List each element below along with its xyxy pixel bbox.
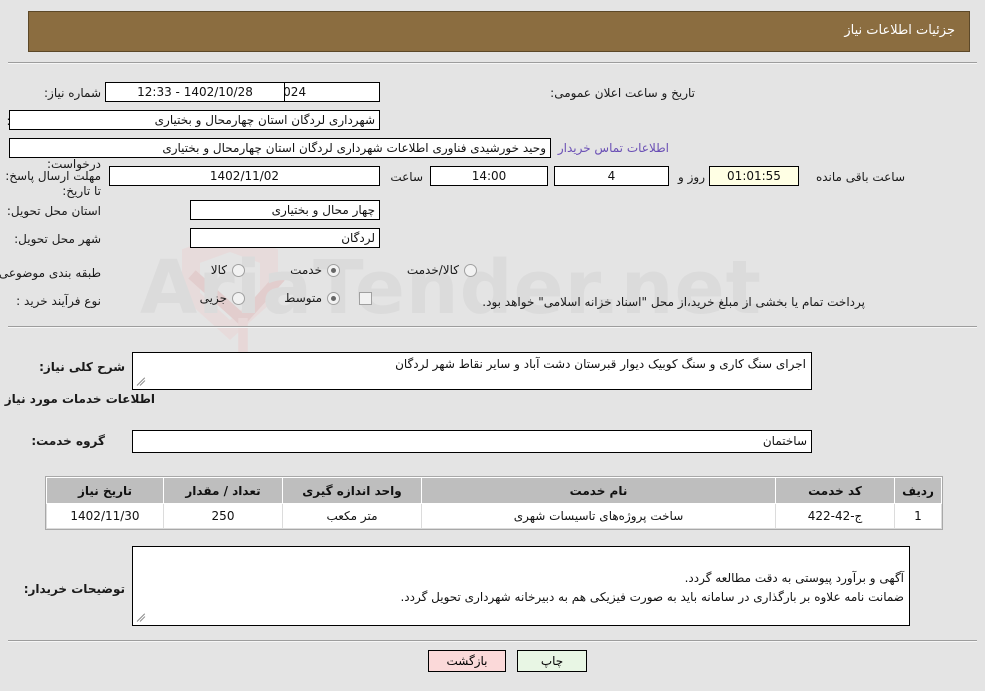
remaining-days-value[interactable]: 4 xyxy=(554,166,669,186)
service-group-value[interactable]: ساختمان xyxy=(132,430,812,453)
col-quantity: تعداد / مقدار xyxy=(163,477,283,504)
radio-category-service-dot xyxy=(327,263,340,277)
category-label: طبقه بندی موضوعی: xyxy=(0,266,101,280)
buyer-notes-value: آگهی و برآورد پیوستی به دقت مطالعه گردد.… xyxy=(400,571,904,604)
islamic-treasury-text: پرداخت تمام یا بخشی از مبلغ خرید،از محل … xyxy=(482,295,865,309)
announce-datetime-value[interactable]: 1402/10/28 - 12:33 xyxy=(105,82,285,102)
cell-need-date: 1402/11/30 xyxy=(46,503,164,529)
need-number-label: شماره نیاز: xyxy=(44,86,101,100)
request-creator-value[interactable]: وحید خورشیدی فناوری اطلاعات شهرداری لردگ… xyxy=(9,138,551,158)
cell-service-name: ساخت پروژه‌های تاسیسات شهری xyxy=(421,503,776,529)
buyer-org-value[interactable]: شهرداری لردگان استان چهارمحال و بختیاری xyxy=(9,110,380,130)
remaining-timer-label: ساعت باقی مانده xyxy=(815,170,905,184)
delivery-city-label: شهر محل تحویل: xyxy=(14,232,101,246)
radio-category-service-label: خدمت xyxy=(290,263,322,277)
radio-category-goods[interactable]: کالا xyxy=(211,263,245,277)
radio-category-goods-service[interactable]: کالا/خدمت xyxy=(407,263,477,277)
remaining-countdown-timer: 01:01:55 xyxy=(709,166,799,186)
announce-datetime-label: تاریخ و ساعت اعلان عمومی: xyxy=(550,86,695,100)
deadline-time-label: ساعت xyxy=(390,170,423,184)
radio-process-medium-label: متوسط xyxy=(284,291,322,305)
watermark-shield-icon xyxy=(182,232,278,340)
buyer-notes-resize-grip-icon[interactable] xyxy=(136,612,147,623)
cell-service-code: ج-42-422 xyxy=(775,503,895,529)
cell-row-no: 1 xyxy=(894,503,942,529)
radio-category-goods-dot xyxy=(232,263,245,277)
deadline-date-value[interactable]: 1402/11/02 xyxy=(109,166,380,186)
back-button[interactable]: بازگشت xyxy=(428,650,506,672)
cell-unit: متر مکعب xyxy=(282,503,422,529)
cell-quantity: 250 xyxy=(163,503,283,529)
radio-category-goods-label: کالا xyxy=(210,263,227,277)
need-description-textarea[interactable]: اجرای سنگ کاری و سنگ کوبیک دیوار قبرستان… xyxy=(132,352,812,390)
buyer-notes-label: توضیحات خریدار: xyxy=(23,582,125,596)
col-need-date: تاریخ نیاز xyxy=(46,477,164,504)
radio-category-goods-service-label: کالا/خدمت xyxy=(406,263,459,277)
table-row[interactable]: 1 ج-42-422 ساخت پروژه‌های تاسیسات شهری م… xyxy=(46,503,942,529)
buyer-contact-link[interactable]: اطلاعات تماس خریدار xyxy=(558,141,669,155)
items-table-wrapper: ردیف کد خدمت نام خدمت واحد اندازه گیری ت… xyxy=(45,476,943,530)
col-row-no: ردیف xyxy=(894,477,942,504)
radio-process-minor-label: جزیی xyxy=(199,291,227,305)
service-group-label: گروه خدمت: xyxy=(31,434,105,448)
radio-category-service[interactable]: خدمت xyxy=(290,263,340,277)
remaining-days-label: روز و xyxy=(678,170,705,184)
divider-summary-bottom xyxy=(8,326,977,328)
deadline-label: مهلت ارسال پاسخ: تا تاریخ: xyxy=(5,169,101,198)
buyer-notes-textarea[interactable]: آگهی و برآورد پیوستی به دقت مطالعه گردد.… xyxy=(132,546,910,626)
radio-process-medium[interactable]: متوسط xyxy=(284,291,340,305)
divider-top xyxy=(8,62,977,64)
need-description-value: اجرای سنگ کاری و سنگ کوبیک دیوار قبرستان… xyxy=(395,357,806,371)
delivery-province-label: استان محل تحویل: xyxy=(6,204,101,218)
watermark-text: AriaTender.net xyxy=(140,245,763,331)
services-section-title: اطلاعات خدمات مورد نیاز xyxy=(4,392,155,406)
page-title-bar: جزئیات اطلاعات نیاز xyxy=(28,11,970,52)
radio-process-minor[interactable]: جزیی xyxy=(200,291,245,305)
col-service-code: کد خدمت xyxy=(775,477,895,504)
delivery-city-value[interactable]: لردگان xyxy=(190,228,380,248)
print-button[interactable]: چاپ xyxy=(517,650,587,672)
radio-category-goods-service-dot xyxy=(464,263,477,277)
radio-process-medium-dot xyxy=(327,291,340,305)
items-table: ردیف کد خدمت نام خدمت واحد اندازه گیری ت… xyxy=(46,477,942,529)
page-title: جزئیات اطلاعات نیاز xyxy=(844,23,955,38)
radio-process-minor-dot xyxy=(232,291,245,305)
divider-footer xyxy=(8,640,977,642)
deadline-time-value[interactable]: 14:00 xyxy=(430,166,548,186)
islamic-treasury-checkbox[interactable] xyxy=(359,292,372,305)
col-unit: واحد اندازه گیری xyxy=(282,477,422,504)
table-header-row: ردیف کد خدمت نام خدمت واحد اندازه گیری ت… xyxy=(46,477,942,504)
process-type-label: نوع فرآیند خرید : xyxy=(16,294,101,308)
resize-grip-icon[interactable] xyxy=(136,376,147,387)
need-description-label: شرح کلی نیاز: xyxy=(39,360,125,374)
col-service-name: نام خدمت xyxy=(421,477,776,504)
delivery-province-value[interactable]: چهار محال و بختیاری xyxy=(190,200,380,220)
